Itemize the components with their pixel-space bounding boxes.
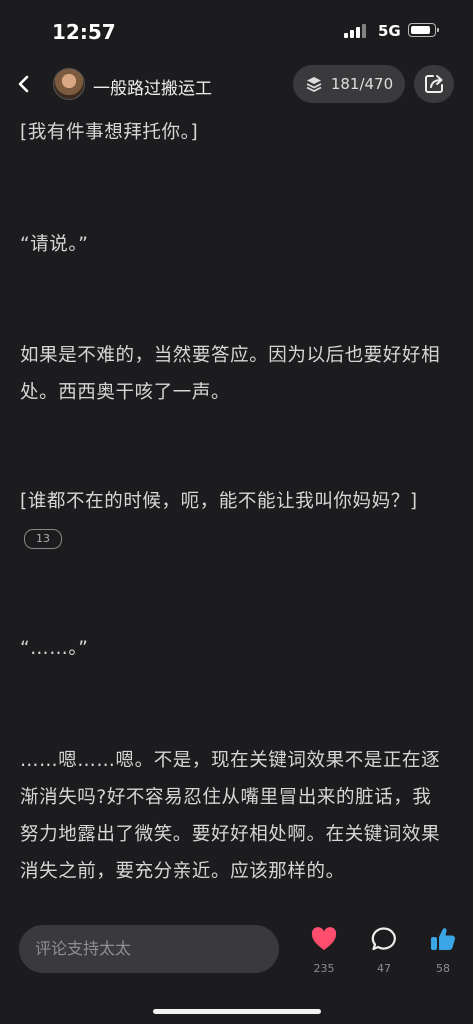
status-bar: 12:57 5G [0, 0, 473, 60]
thumbs-up-icon [431, 928, 455, 950]
author-avatar[interactable] [53, 68, 85, 100]
back-button[interactable] [14, 70, 36, 98]
bottom-action-bar: 评论支持太太 235 47 58 [0, 910, 473, 1024]
signal-icon [344, 24, 366, 38]
comment-input[interactable]: 评论支持太太 [19, 925, 279, 973]
thumbs-up-count: 58 [436, 962, 450, 975]
chapter-progress-button[interactable]: 181/470 [293, 65, 405, 103]
comment-count: 47 [377, 962, 391, 975]
layers-icon [306, 77, 322, 92]
share-icon [425, 75, 443, 93]
home-indicator[interactable] [153, 1009, 321, 1014]
paragraph: 如果是不难的，当然要答应。因为以后也要好好相处。西西奥干咳了一声。 [20, 345, 441, 403]
paragraph: “……。” [20, 638, 89, 659]
author-name[interactable]: 一般路过搬运工 [93, 74, 212, 99]
paragraph: ……嗯……嗯。不是，现在关键词效果不是正在逐渐消失吗?好不容易忍住从嘴里冒出来的… [20, 750, 441, 882]
reader-header: 一般路过搬运工 181/470 [0, 62, 473, 106]
chevron-left-icon [18, 75, 29, 93]
share-button[interactable] [414, 65, 454, 103]
paragraph-comment-badge[interactable]: 13 [24, 529, 62, 549]
paragraph: [谁都不在的时候，呃，能不能让我叫你妈妈？] [20, 491, 418, 512]
comments-button[interactable]: 47 [362, 926, 406, 975]
battery-icon [408, 23, 439, 37]
like-button[interactable]: 235 [302, 926, 346, 975]
network-label: 5G [378, 22, 401, 40]
heart-icon [311, 927, 337, 950]
paragraph: “请说。” [20, 234, 89, 255]
paragraph: [我有件事想拜托你。] [20, 122, 199, 143]
status-time: 12:57 [52, 20, 116, 44]
like-count: 235 [313, 962, 335, 975]
chapter-progress-text: 181/470 [330, 75, 394, 93]
thumbs-up-button[interactable]: 58 [421, 926, 465, 975]
comment-bubble-icon [371, 927, 396, 951]
